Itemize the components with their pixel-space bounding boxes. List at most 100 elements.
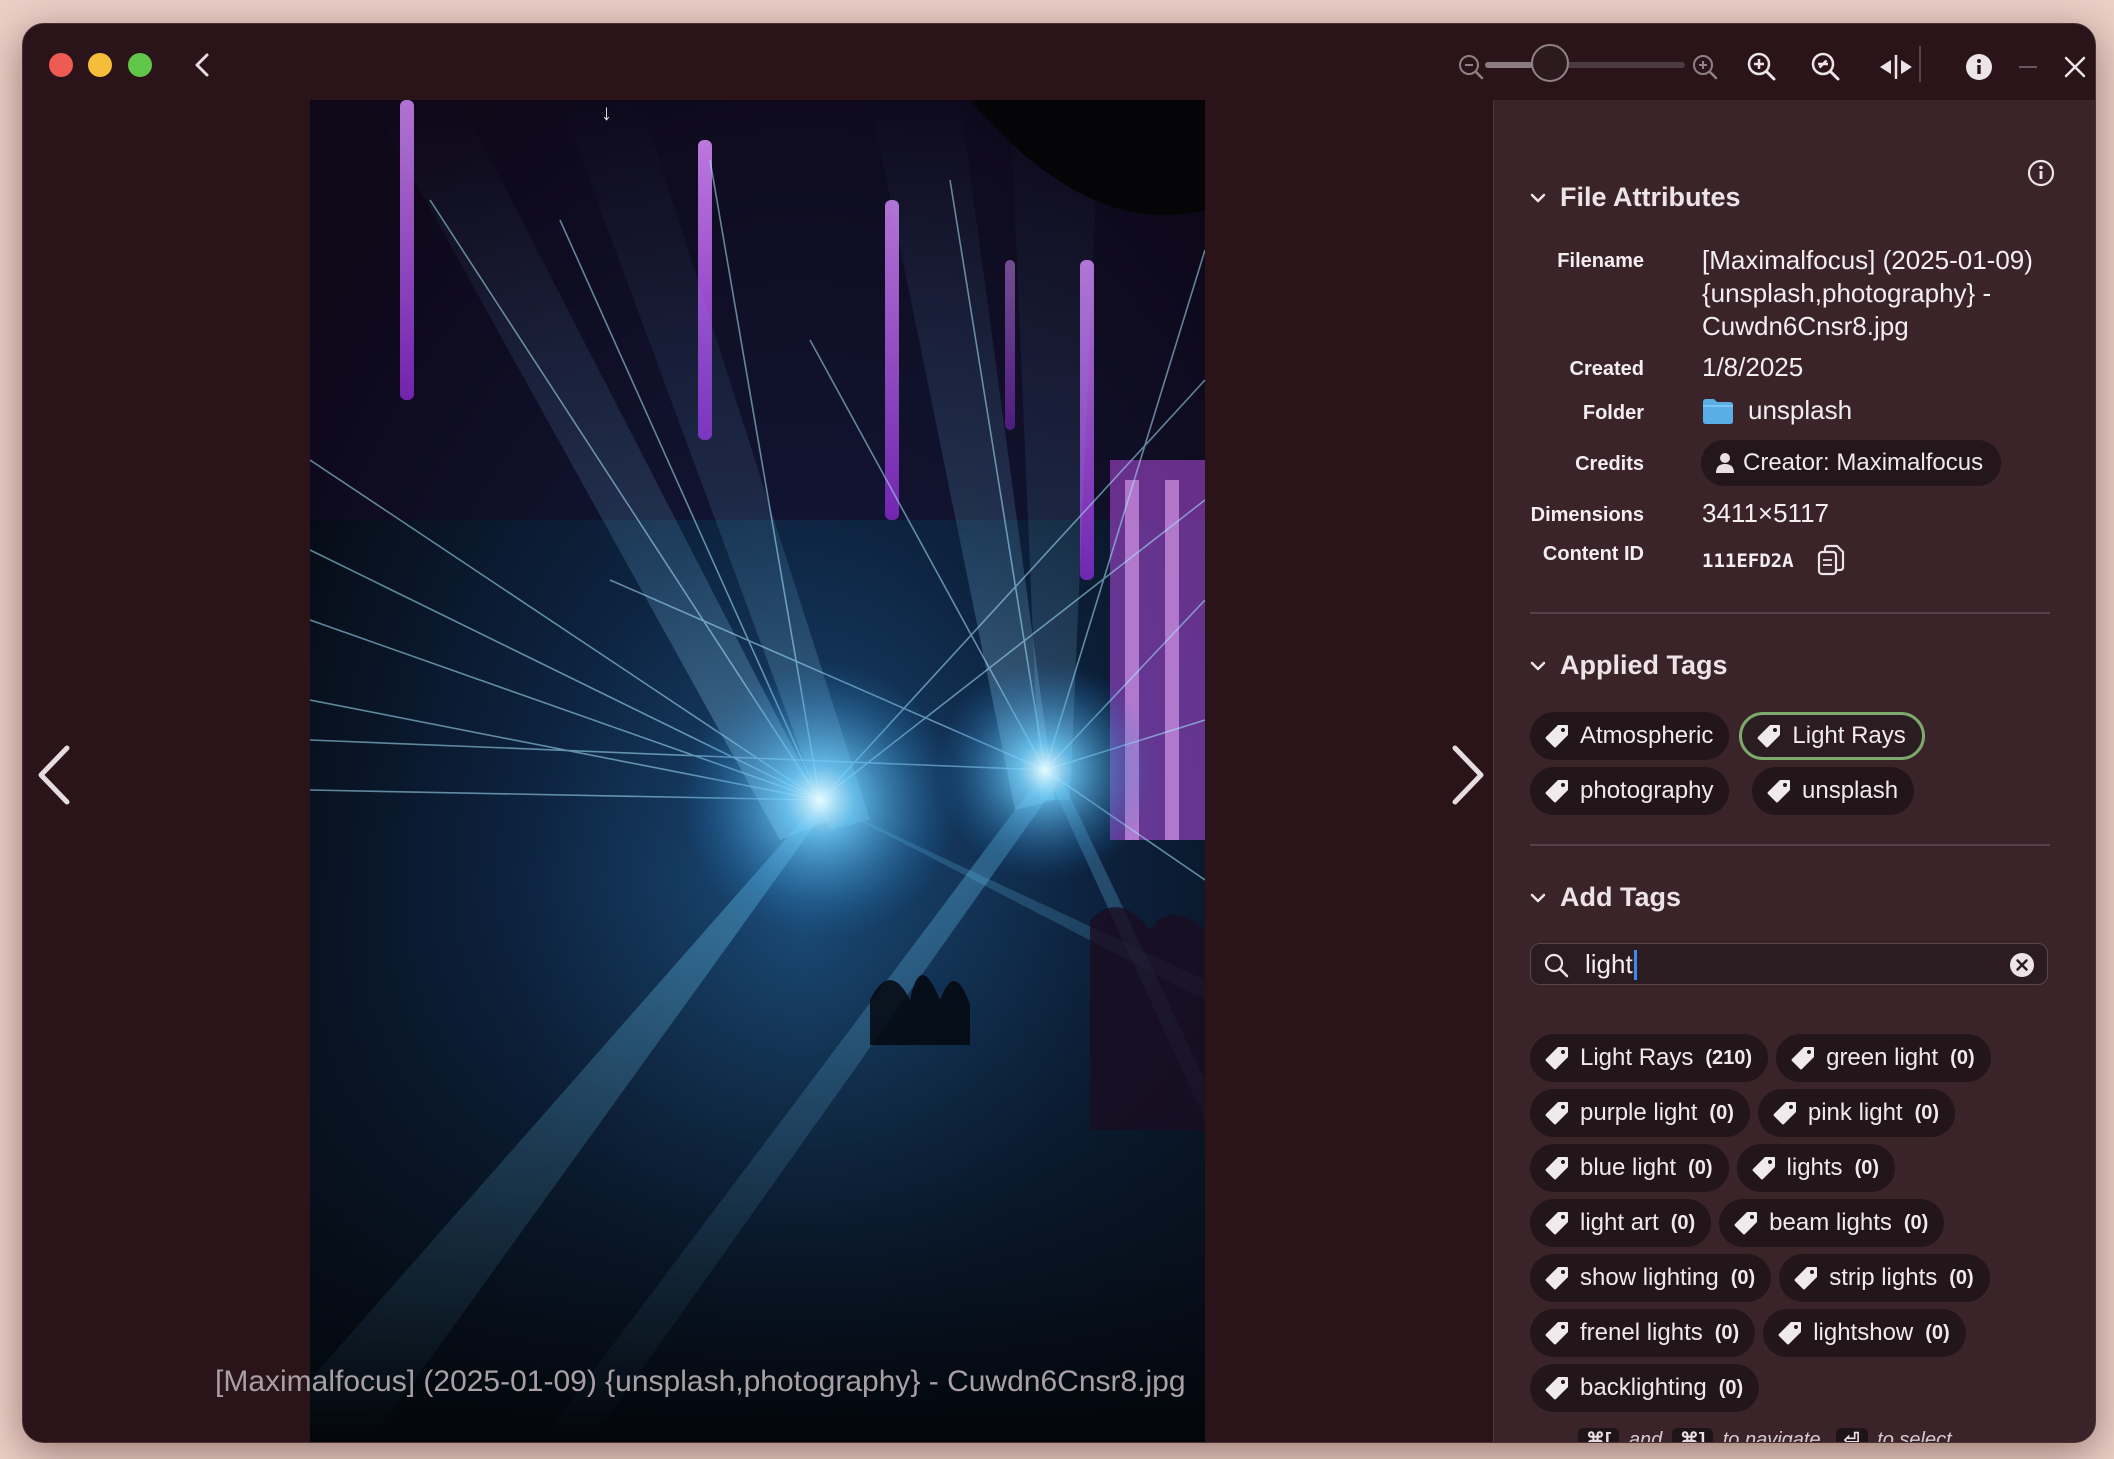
suggested-tag[interactable]: show lighting (0) bbox=[1530, 1254, 1772, 1302]
suggested-tag[interactable]: lights (0) bbox=[1736, 1144, 1896, 1192]
suggested-tag[interactable]: pink light (0) bbox=[1757, 1089, 1956, 1137]
tag-icon bbox=[1545, 1377, 1568, 1400]
prev-arrow-icon[interactable] bbox=[31, 740, 81, 810]
tag-count: (0) bbox=[1670, 1211, 1696, 1234]
add-tags-header[interactable]: Add Tags bbox=[1530, 882, 1681, 913]
suggested-tag[interactable]: frenel lights (0) bbox=[1530, 1309, 1756, 1357]
toolbar-divider bbox=[1919, 46, 1921, 82]
chevron-down-icon bbox=[1530, 661, 1546, 670]
tag-label: green light bbox=[1826, 1044, 1939, 1071]
suggested-tag[interactable]: backlighting (0) bbox=[1530, 1364, 1760, 1412]
suggested-tag[interactable]: purple light (0) bbox=[1530, 1089, 1750, 1137]
back-chevron-icon[interactable] bbox=[186, 48, 220, 82]
info-icon[interactable] bbox=[2026, 158, 2056, 193]
tag-count: (0) bbox=[1688, 1156, 1713, 1179]
tag-icon bbox=[1767, 780, 1790, 803]
chevron-down-icon bbox=[1530, 893, 1546, 902]
minimize-window-button[interactable] bbox=[88, 53, 112, 77]
tag-icon bbox=[1734, 1212, 1758, 1235]
dimensions-label: Dimensions bbox=[1530, 504, 1644, 526]
applied-tag[interactable]: unsplash bbox=[1752, 767, 1915, 815]
tag-label: blue light bbox=[1580, 1154, 1677, 1181]
minimize-icon[interactable] bbox=[2009, 48, 2047, 86]
tag-count: (210) bbox=[1705, 1046, 1753, 1069]
applied-tag[interactable]: photography bbox=[1530, 767, 1730, 815]
tag-icon bbox=[1545, 1047, 1568, 1070]
close-icon[interactable] bbox=[2056, 48, 2094, 86]
tag-label: purple light bbox=[1580, 1099, 1698, 1126]
tag-label: lights bbox=[1786, 1154, 1843, 1181]
tag-count: (0) bbox=[1718, 1376, 1744, 1399]
tag-label: frenel lights bbox=[1580, 1319, 1703, 1346]
zoom-fit-icon[interactable] bbox=[1743, 48, 1781, 86]
text-caret bbox=[1633, 950, 1637, 980]
fullscreen-window-button[interactable] bbox=[128, 53, 152, 77]
suggested-tag[interactable]: Light Rays (210) bbox=[1530, 1034, 1769, 1082]
search-icon bbox=[1544, 953, 1569, 978]
file-attributes-header[interactable]: File Attributes bbox=[1530, 182, 1741, 213]
close-window-button[interactable] bbox=[49, 53, 73, 77]
hint-navigate: to navigate, bbox=[1722, 1429, 1827, 1443]
zoom-out-icon[interactable] bbox=[1452, 48, 1490, 86]
tag-label: Atmospheric bbox=[1580, 722, 1714, 749]
tag-icon bbox=[1545, 1102, 1568, 1125]
tag-icon bbox=[1545, 725, 1568, 748]
filename-label: Filename bbox=[1557, 250, 1644, 272]
tag-label: Light Rays bbox=[1792, 722, 1906, 749]
applied-tag-selected[interactable]: Light Rays bbox=[1739, 712, 1925, 760]
tag-search-input[interactable] bbox=[1585, 948, 1985, 980]
suggested-tag[interactable]: green light (0) bbox=[1776, 1034, 1991, 1082]
compare-icon[interactable] bbox=[1874, 48, 1918, 86]
hint-select: to select bbox=[1877, 1429, 1952, 1443]
tag-icon bbox=[1757, 725, 1781, 748]
tag-icon bbox=[1545, 1157, 1568, 1180]
tag-icon bbox=[1545, 780, 1568, 803]
zoom-slider[interactable] bbox=[1485, 62, 1685, 68]
tag-label: Light Rays bbox=[1580, 1044, 1694, 1071]
section-divider bbox=[1530, 612, 2050, 614]
content-id-label: Content ID bbox=[1542, 543, 1644, 565]
folder-value[interactable]: unsplash bbox=[1702, 394, 1852, 427]
kbd-select: ⏎ bbox=[1835, 1428, 1868, 1442]
main-photo[interactable]: ↓ bbox=[310, 100, 1205, 1442]
created-label: Created bbox=[1569, 358, 1644, 380]
filename-line: {unsplash,photography} - bbox=[1702, 278, 1992, 308]
tag-icon bbox=[1545, 1322, 1568, 1345]
applied-tags-title: Applied Tags bbox=[1560, 650, 1728, 680]
creator-name: Creator: Maximalfocus bbox=[1743, 449, 1984, 476]
tag-label: light art bbox=[1580, 1209, 1659, 1236]
titlebar bbox=[23, 24, 2095, 100]
zoom-in-icon[interactable] bbox=[1686, 48, 1724, 86]
tag-label: backlighting bbox=[1580, 1374, 1707, 1401]
tag-icon bbox=[1791, 1047, 1815, 1070]
applied-tags-header[interactable]: Applied Tags bbox=[1530, 650, 1728, 681]
tag-count: (0) bbox=[1854, 1156, 1880, 1179]
filename-line: [Maximalfocus] (2025-01-09) bbox=[1702, 245, 2033, 275]
zoom-slider-knob[interactable] bbox=[1531, 44, 1569, 82]
clear-icon[interactable] bbox=[2009, 952, 2035, 978]
tag-icon bbox=[1545, 1212, 1568, 1235]
suggested-tag[interactable]: blue light (0) bbox=[1530, 1144, 1729, 1192]
tag-icon bbox=[1752, 1157, 1775, 1180]
suggested-tag[interactable]: beam lights (0) bbox=[1719, 1199, 1945, 1247]
image-caption: [Maximalfocus] (2025-01-09) {unsplash,ph… bbox=[215, 1365, 1186, 1398]
app-window: ↓ [Maximalfocus] (2025-01-09) {unsplash,… bbox=[22, 23, 2096, 1443]
tag-label: unsplash bbox=[1802, 777, 1899, 804]
suggested-tag[interactable]: light art (0) bbox=[1530, 1199, 1712, 1247]
tag-label: photography bbox=[1580, 777, 1714, 804]
applied-tag[interactable]: Atmospheric bbox=[1530, 712, 1730, 760]
next-arrow-icon[interactable] bbox=[1441, 740, 1491, 810]
copy-icon[interactable] bbox=[1816, 544, 1846, 583]
suggested-tag[interactable]: lightshow (0) bbox=[1763, 1309, 1966, 1357]
scroll-indicator-icon: ↓ bbox=[601, 100, 612, 125]
tag-count: (0) bbox=[1925, 1321, 1950, 1344]
filename-value: [Maximalfocus] (2025-01-09) {unsplash,ph… bbox=[1702, 244, 2033, 343]
zoom-actual-icon[interactable] bbox=[1807, 48, 1845, 86]
creator-chip[interactable]: Creator: Maximalfocus bbox=[1701, 440, 2002, 486]
inspector-panel: File Attributes Filename [Maximalfocus] … bbox=[1493, 100, 2095, 1443]
suggested-tag[interactable]: strip lights (0) bbox=[1779, 1254, 1990, 1302]
tag-icon bbox=[1773, 1102, 1796, 1125]
tag-count: (0) bbox=[1950, 1046, 1975, 1069]
tag-label: beam lights bbox=[1769, 1209, 1892, 1236]
info-icon[interactable] bbox=[1960, 48, 1998, 86]
